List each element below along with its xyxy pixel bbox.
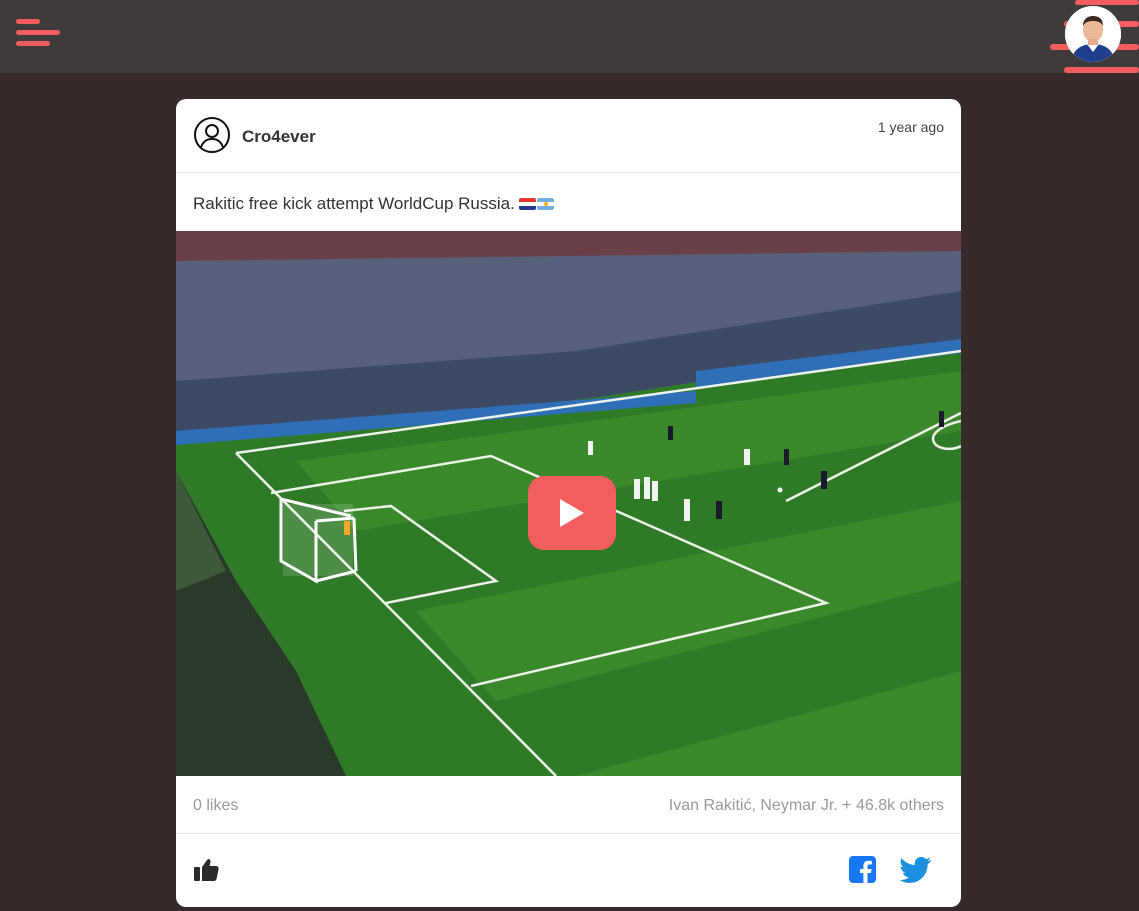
twitter-icon[interactable] [900, 857, 931, 883]
decorative-stripe [1064, 67, 1139, 73]
liked-by-text[interactable]: Ivan Rakitić, Neymar Jr. + 46.8k others [669, 797, 944, 815]
play-icon [560, 499, 584, 527]
thumbs-up-icon[interactable] [193, 857, 219, 883]
menu-line [16, 30, 60, 35]
post-header: Cro4ever 1 year ago [176, 99, 961, 173]
avatar-image [1065, 6, 1121, 62]
top-bar [0, 0, 1139, 73]
post-stats: 0 likes Ivan Rakitić, Neymar Jr. + 46.8k… [176, 776, 961, 834]
play-button[interactable] [528, 476, 616, 550]
menu-line [16, 41, 50, 46]
post-caption: Rakitic free kick attempt WorldCup Russi… [193, 194, 554, 214]
hamburger-menu-icon[interactable] [16, 19, 60, 51]
post-timestamp: 1 year ago [877, 119, 944, 135]
post-card: Cro4ever 1 year ago Rakitic free kick at… [176, 99, 961, 907]
video-player[interactable] [176, 231, 961, 776]
caption-flags [518, 198, 554, 210]
post-actions [176, 835, 961, 907]
likes-count: 0 likes [193, 797, 239, 814]
profile-avatar[interactable] [1065, 6, 1121, 62]
argentina-flag-icon [536, 198, 554, 210]
facebook-icon[interactable] [849, 856, 876, 883]
decorative-stripe [1075, 0, 1139, 5]
caption-text: Rakitic free kick attempt WorldCup Russi… [193, 194, 515, 213]
croatia-flag-icon [518, 198, 536, 210]
menu-line [16, 19, 40, 24]
user-circle-icon [194, 117, 230, 153]
post-author[interactable]: Cro4ever [242, 127, 316, 147]
